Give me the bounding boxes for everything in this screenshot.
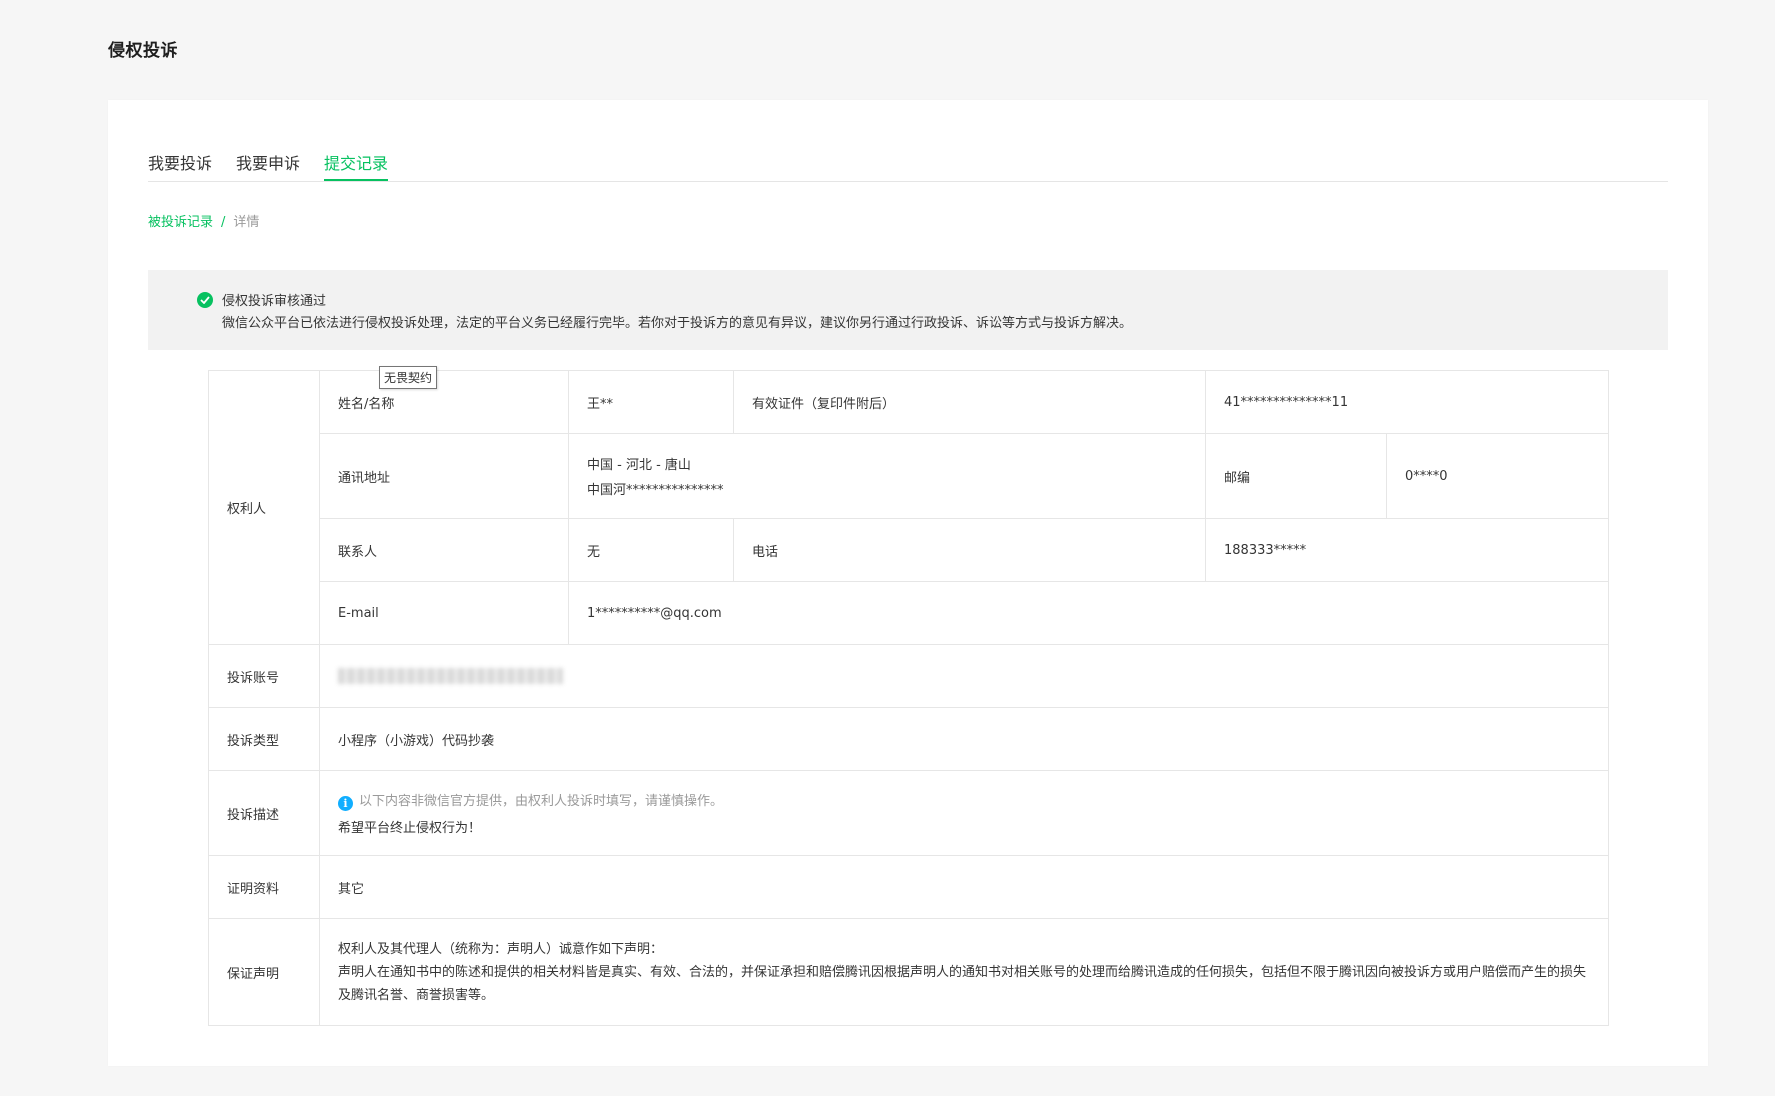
postcode-value: 0****0 [1386,433,1609,519]
table-row: 证明资料 其它 [208,855,1609,919]
notice-title: 侵权投诉审核通过 [222,294,327,309]
name-value: 王** [568,370,734,434]
tab-appeal[interactable]: 我要申诉 [236,150,300,174]
redacted-account [338,668,563,684]
info-icon: i [338,796,353,811]
account-label: 投诉账号 [208,644,320,708]
description-hint: i 以下内容非微信官方提供，由权利人投诉时填写，请谨慎操作。 [338,790,1590,811]
account-value [319,644,1609,708]
status-notice: 侵权投诉审核通过 微信公众平台已依法进行侵权投诉处理，法定的平台义务已经履行完毕… [148,270,1668,350]
table-row: 联系人 无 电话 188333***** [209,518,1609,582]
address-value: 中国 - 河北 - 唐山 中国河*************** [568,433,1206,519]
name-label: 姓名/名称 [319,370,569,434]
type-value: 小程序（小游戏）代码抄袭 [319,707,1609,771]
tab-bar: 我要投诉 我要申诉 提交记录 [148,142,1668,182]
description-value: 希望平台终止侵权行为！ [338,821,482,836]
breadcrumb: 被投诉记录 / 详情 [148,211,259,230]
table-row: 投诉账号 [208,644,1609,708]
address-line-1: 中国 - 河北 - 唐山 [587,458,691,473]
page-title: 侵权投诉 [108,41,178,61]
phone-label: 电话 [733,518,1206,582]
evidence-value: 其它 [319,855,1609,919]
address-label: 通讯地址 [319,433,569,519]
table-row: 通讯地址 中国 - 河北 - 唐山 中国河*************** 邮编 … [209,433,1609,519]
breadcrumb-current: 详情 [233,215,260,230]
description-hint-text: 以下内容非微信官方提供，由权利人投诉时填写，请谨慎操作。 [359,794,724,809]
active-tab-indicator [324,179,388,181]
id-label: 有效证件（复印件附后） [733,370,1206,434]
table-row: 保证声明 权利人及其代理人（统称为：声明人）诚意作如下声明： 声明人在通知书中的… [208,918,1609,1026]
complaint-detail-table: 权利人 姓名/名称 王** 有效证件（复印件附后） 41************… [208,370,1609,1026]
rights-holder-label: 权利人 [208,370,320,645]
notice-description: 微信公众平台已依法进行侵权投诉处理，法定的平台义务已经履行完毕。若你对于投诉方的… [222,316,1133,331]
tab-complain[interactable]: 我要投诉 [148,150,212,174]
contact-value: 无 [568,518,734,582]
declaration-line-2: 声明人在通知书中的陈述和提供的相关材料皆是真实、有效、合法的，并保证承担和赔偿腾… [338,964,1587,1003]
contact-label: 联系人 [319,518,569,582]
phone-value: 188333***** [1205,518,1609,582]
declaration-line-1: 权利人及其代理人（统称为：声明人）诚意作如下声明： [338,941,664,957]
description-label: 投诉描述 [208,770,320,856]
table-row: 投诉类型 小程序（小游戏）代码抄袭 [208,707,1609,771]
description-cell: i 以下内容非微信官方提供，由权利人投诉时填写，请谨慎操作。 希望平台终止侵权行为… [319,770,1609,856]
breadcrumb-link-records[interactable]: 被投诉记录 [148,215,213,230]
email-label: E-mail [319,581,569,645]
postcode-label: 邮编 [1205,433,1387,519]
declaration-cell: 权利人及其代理人（统称为：声明人）诚意作如下声明： 声明人在通知书中的陈述和提供… [319,918,1609,1026]
email-value: 1**********@qq.com [568,581,1609,645]
tab-records[interactable]: 提交记录 [324,150,388,174]
table-row: 投诉描述 i 以下内容非微信官方提供，由权利人投诉时填写，请谨慎操作。 希望平台终… [208,770,1609,856]
breadcrumb-separator: / [221,215,226,230]
type-label: 投诉类型 [208,707,320,771]
evidence-label: 证明资料 [208,855,320,919]
check-circle-icon [197,292,213,308]
table-row: E-mail 1**********@qq.com [209,581,1609,645]
declaration-label: 保证声明 [208,918,320,1026]
id-value: 41**************11 [1205,370,1609,434]
tooltip: 无畏契约 [379,366,438,389]
address-line-2: 中国河*************** [587,483,724,498]
